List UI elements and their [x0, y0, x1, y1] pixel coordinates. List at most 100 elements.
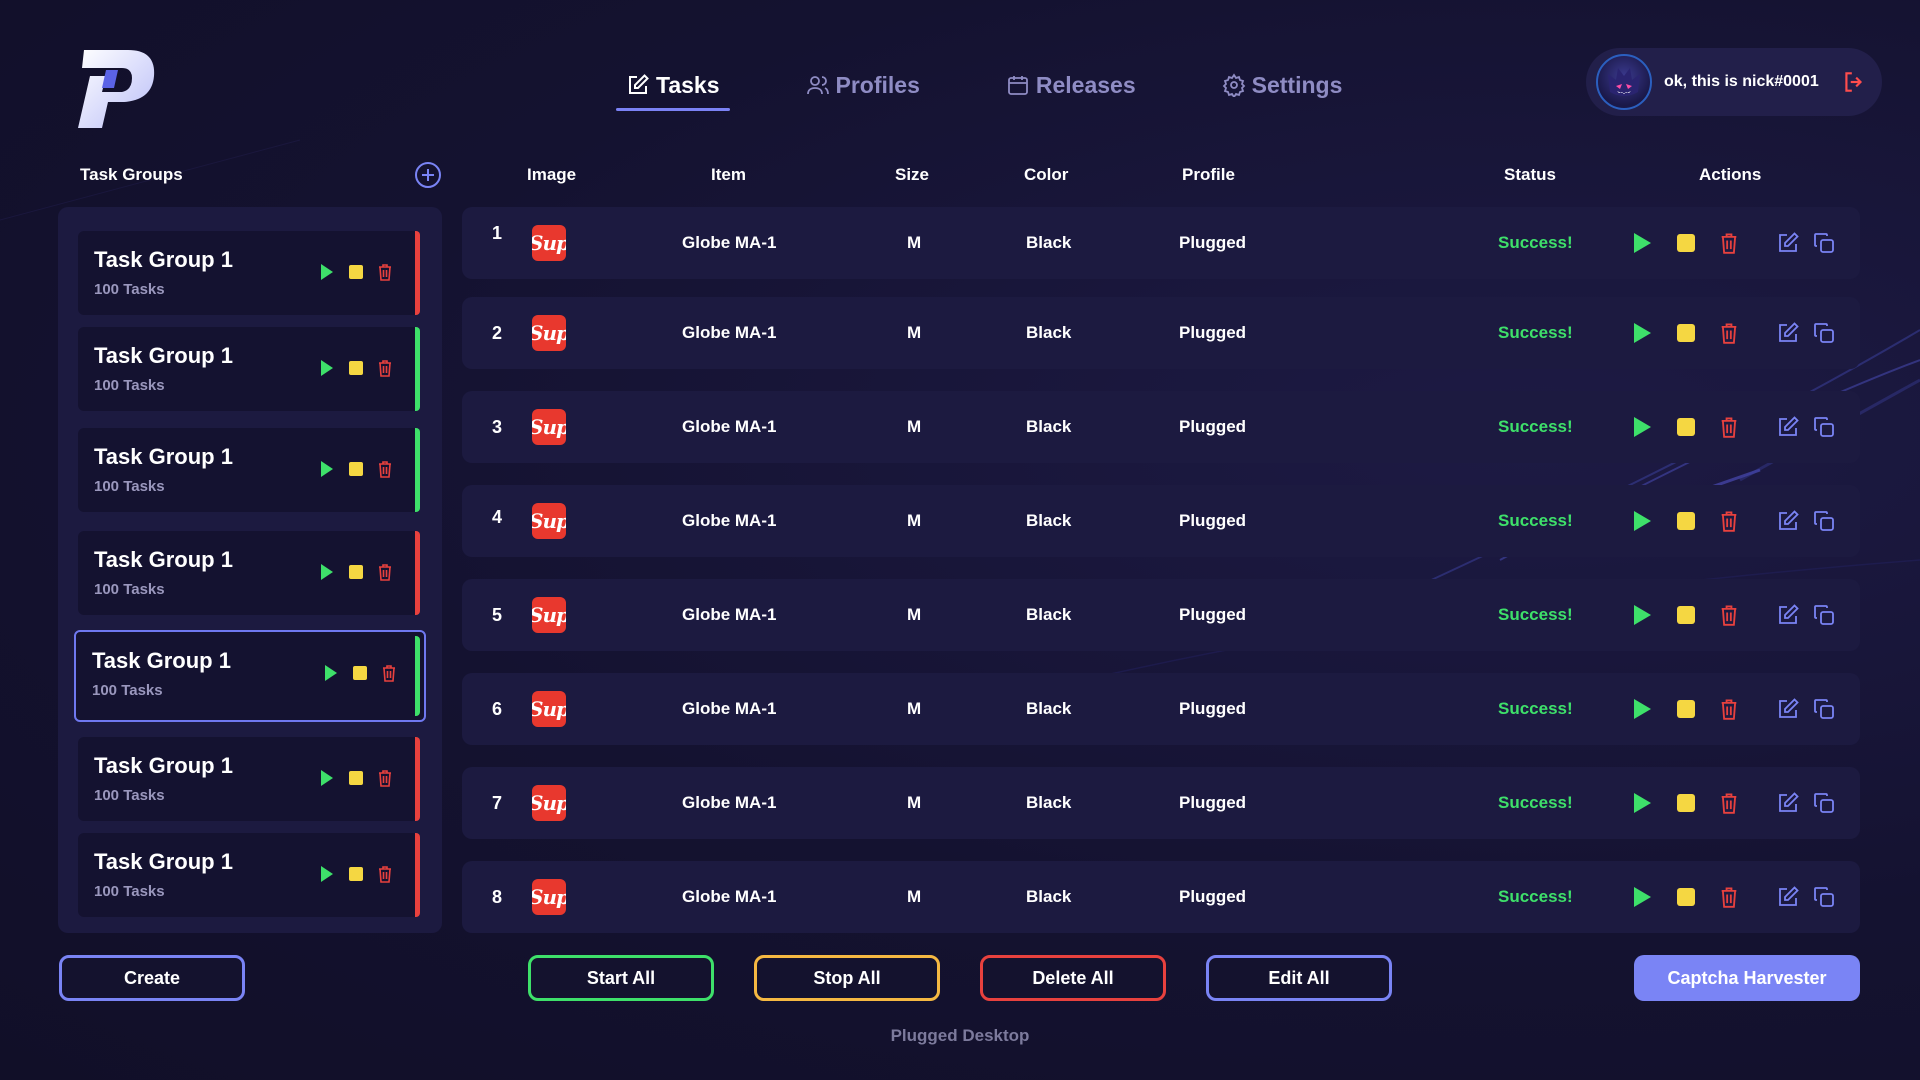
- task-group-card[interactable]: Task Group 1 100 Tasks: [78, 531, 420, 615]
- task-group-card[interactable]: Task Group 1 100 Tasks: [78, 737, 420, 821]
- trash-icon[interactable]: [1720, 232, 1738, 254]
- copy-icon[interactable]: [1812, 415, 1836, 439]
- play-icon[interactable]: [320, 563, 334, 581]
- table-row[interactable]: 1 Sup Globe MA-1 M Black Plugged Success…: [462, 207, 1860, 279]
- stop-icon[interactable]: [1676, 793, 1696, 813]
- stop-icon[interactable]: [1676, 233, 1696, 253]
- play-icon[interactable]: [1632, 698, 1652, 720]
- edit-icon[interactable]: [1776, 321, 1800, 345]
- copy-icon[interactable]: [1812, 231, 1836, 255]
- copy-icon[interactable]: [1812, 509, 1836, 533]
- group-name: Task Group 1: [92, 648, 231, 673]
- stop-icon[interactable]: [348, 866, 364, 882]
- play-icon[interactable]: [320, 769, 334, 787]
- stop-icon[interactable]: [348, 564, 364, 580]
- play-icon[interactable]: [320, 865, 334, 883]
- play-icon[interactable]: [320, 460, 334, 478]
- table-row[interactable]: 3 Sup Globe MA-1 M Black Plugged Success…: [462, 391, 1860, 463]
- task-group-card[interactable]: Task Group 1 100 Tasks: [78, 833, 420, 917]
- trash-icon[interactable]: [378, 563, 392, 581]
- trash-icon[interactable]: [1720, 510, 1738, 532]
- stop-icon[interactable]: [1676, 417, 1696, 437]
- delete-all-button[interactable]: Delete All: [980, 955, 1166, 1001]
- table-row[interactable]: 2 Sup Globe MA-1 M Black Plugged Success…: [462, 297, 1860, 369]
- row-number: 1: [492, 222, 503, 243]
- tab-releases[interactable]: Releases: [994, 64, 1148, 107]
- stop-icon[interactable]: [352, 665, 368, 681]
- edit-icon[interactable]: [1776, 885, 1800, 909]
- tab-settings[interactable]: Settings: [1210, 64, 1355, 107]
- play-icon[interactable]: [1632, 416, 1652, 438]
- group-actions: [320, 460, 392, 478]
- play-icon[interactable]: [1632, 232, 1652, 254]
- stop-icon[interactable]: [348, 264, 364, 280]
- task-group-card[interactable]: Task Group 1 100 Tasks: [78, 327, 420, 411]
- trash-icon[interactable]: [1720, 698, 1738, 720]
- stop-icon[interactable]: [1676, 699, 1696, 719]
- table-row[interactable]: 8 Sup Globe MA-1 M Black Plugged Success…: [462, 861, 1860, 933]
- stop-icon[interactable]: [348, 770, 364, 786]
- status-accent: [415, 833, 420, 917]
- play-icon[interactable]: [1632, 604, 1652, 626]
- edit-icon[interactable]: [1776, 231, 1800, 255]
- copy-icon[interactable]: [1812, 885, 1836, 909]
- user-profile-pill[interactable]: ok, this is nick#0001: [1586, 48, 1882, 116]
- play-icon[interactable]: [320, 359, 334, 377]
- table-row[interactable]: 6 Sup Globe MA-1 M Black Plugged Success…: [462, 673, 1860, 745]
- edit-icon[interactable]: [1776, 697, 1800, 721]
- stop-all-button[interactable]: Stop All: [754, 955, 940, 1001]
- task-group-card-selected[interactable]: Task Group 1 100 Tasks: [74, 630, 426, 722]
- trash-icon[interactable]: [1720, 322, 1738, 344]
- trash-icon[interactable]: [1720, 604, 1738, 626]
- item-name: Globe MA-1: [682, 887, 777, 906]
- table-row[interactable]: 5 Sup Globe MA-1 M Black Plugged Success…: [462, 579, 1860, 651]
- edit-icon[interactable]: [1776, 509, 1800, 533]
- group-name: Task Group 1: [94, 247, 233, 272]
- copy-icon[interactable]: [1812, 321, 1836, 345]
- plugged-logo: [78, 50, 155, 128]
- status-text: Success!: [1498, 233, 1573, 252]
- column-header-status: Status: [1504, 165, 1556, 184]
- trash-icon[interactable]: [382, 664, 396, 682]
- trash-icon[interactable]: [1720, 886, 1738, 908]
- trash-icon[interactable]: [378, 359, 392, 377]
- copy-icon[interactable]: [1812, 603, 1836, 627]
- copy-icon[interactable]: [1812, 791, 1836, 815]
- logout-icon[interactable]: [1841, 69, 1867, 95]
- stop-icon[interactable]: [1676, 511, 1696, 531]
- play-icon[interactable]: [324, 664, 338, 682]
- item-size: M: [907, 699, 922, 718]
- play-icon[interactable]: [1632, 886, 1652, 908]
- tab-profiles[interactable]: Profiles: [794, 64, 932, 107]
- stop-icon[interactable]: [1676, 323, 1696, 343]
- play-icon[interactable]: [1632, 322, 1652, 344]
- edit-all-button[interactable]: Edit All: [1206, 955, 1392, 1001]
- play-icon[interactable]: [1632, 510, 1652, 532]
- table-row[interactable]: 4 Sup Globe MA-1 M Black Plugged Success…: [462, 485, 1860, 557]
- group-name: Task Group 1: [94, 849, 233, 874]
- start-all-button[interactable]: Start All: [528, 955, 714, 1001]
- trash-icon[interactable]: [378, 263, 392, 281]
- tab-tasks[interactable]: Tasks: [614, 64, 732, 111]
- play-icon[interactable]: [1632, 792, 1652, 814]
- stop-icon[interactable]: [1676, 887, 1696, 907]
- task-group-card[interactable]: Task Group 1 100 Tasks: [78, 428, 420, 512]
- trash-icon[interactable]: [378, 769, 392, 787]
- copy-icon[interactable]: [1812, 697, 1836, 721]
- trash-icon[interactable]: [1720, 792, 1738, 814]
- stop-icon[interactable]: [1676, 605, 1696, 625]
- create-button[interactable]: Create: [59, 955, 245, 1001]
- play-icon[interactable]: [320, 263, 334, 281]
- trash-icon[interactable]: [1720, 416, 1738, 438]
- task-group-card[interactable]: Task Group 1 100 Tasks: [78, 231, 420, 315]
- plus-circle-icon[interactable]: [414, 161, 442, 189]
- captcha-harvester-button[interactable]: Captcha Harvester: [1634, 955, 1860, 1001]
- trash-icon[interactable]: [378, 460, 392, 478]
- edit-icon[interactable]: [1776, 415, 1800, 439]
- stop-icon[interactable]: [348, 360, 364, 376]
- edit-icon[interactable]: [1776, 791, 1800, 815]
- edit-icon[interactable]: [1776, 603, 1800, 627]
- trash-icon[interactable]: [378, 865, 392, 883]
- table-row[interactable]: 7 Sup Globe MA-1 M Black Plugged Success…: [462, 767, 1860, 839]
- stop-icon[interactable]: [348, 461, 364, 477]
